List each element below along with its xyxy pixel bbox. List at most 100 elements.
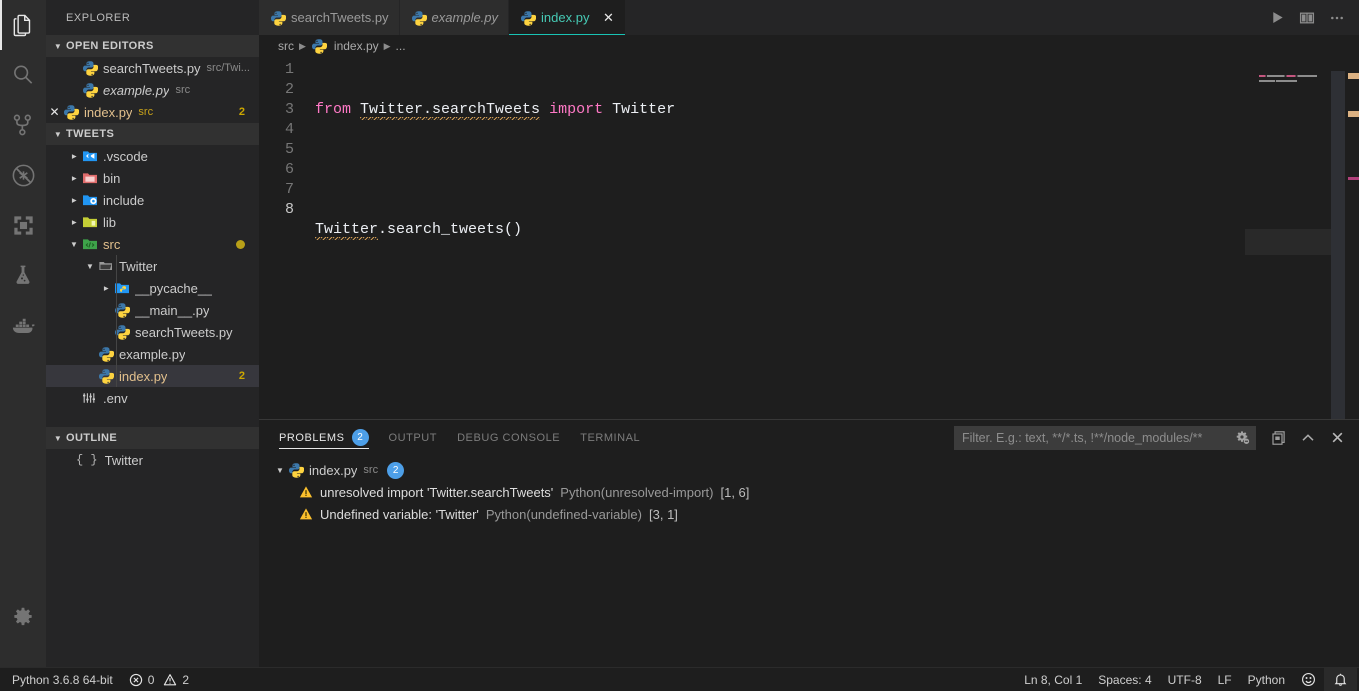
minimap[interactable] <box>1245 57 1345 419</box>
panel-actions <box>954 424 1359 452</box>
filter-settings-icon[interactable] <box>1231 430 1254 445</box>
editor-scrollbar-track[interactable] <box>1331 71 1345 419</box>
status-python-interpreter[interactable]: Python 3.6.8 64-bit <box>4 668 121 691</box>
problem-item[interactable]: unresolved import 'Twitter.searchTweets'… <box>259 481 1359 503</box>
python-file-icon <box>288 462 309 478</box>
close-icon[interactable]: ✕ <box>601 10 615 26</box>
close-panel-icon[interactable] <box>1323 424 1351 452</box>
close-editor-icon[interactable]: ✕ <box>46 105 63 119</box>
activity-explorer-icon[interactable] <box>0 0 46 50</box>
tree-item-bin[interactable]: ▼ bin <box>46 167 259 189</box>
panel-tab-output[interactable]: OUTPUT <box>389 420 438 455</box>
run-python-file-icon[interactable] <box>1263 0 1291 35</box>
outline-item-label: Twitter <box>104 452 143 468</box>
tree-item-label: src <box>103 236 121 252</box>
overview-warning-marker <box>1348 111 1359 117</box>
tree-item-pycache[interactable]: ▼ __pycache__ <box>46 277 259 299</box>
tab-label: searchTweets.py <box>291 10 389 25</box>
breadcrumb-item-more[interactable]: ... <box>396 39 406 53</box>
editor-actions <box>1263 0 1359 35</box>
problems-filter-input[interactable] <box>962 430 1231 445</box>
activity-testing-flask-icon[interactable] <box>0 250 46 300</box>
tree-item-lib[interactable]: ▼ lib <box>46 211 259 233</box>
activity-extensions-icon[interactable] <box>0 200 46 250</box>
overview-ruler[interactable] <box>1345 57 1359 419</box>
chevron-right-icon: ▶ <box>299 40 306 51</box>
tree-item-searchtweets-py[interactable]: searchTweets.py <box>46 321 259 343</box>
line-number: 4 <box>284 121 294 138</box>
activity-source-control-icon[interactable] <box>0 100 46 150</box>
status-eol[interactable]: LF <box>1210 668 1240 691</box>
more-actions-icon[interactable] <box>1323 0 1351 35</box>
section-outline[interactable]: ▼ OUTLINE <box>46 427 259 449</box>
breadcrumb-item-src[interactable]: src <box>278 39 294 53</box>
tree-item-vscode[interactable]: ▼ .vscode <box>46 145 259 167</box>
chevron-right-icon[interactable]: ▼ <box>102 280 111 296</box>
panel-tab-debug-console[interactable]: DEBUG CONSOLE <box>457 420 560 455</box>
overview-cursor-marker <box>1348 177 1359 180</box>
code-editor[interactable]: 1 2 3 4 5 6 7 8 from Twitter.searchTweet… <box>259 57 1359 419</box>
problems-filter-box[interactable] <box>954 425 1256 450</box>
split-editor-icon[interactable] <box>1293 0 1321 35</box>
line-number-active: 8 <box>284 201 294 218</box>
tree-item-twitter[interactable]: ▼ Twitter <box>46 255 259 277</box>
status-eol-label: LF <box>1217 672 1232 687</box>
open-editor-item[interactable]: example.py src <box>46 79 259 101</box>
section-open-editors[interactable]: ▼ OPEN EDITORS <box>46 35 259 57</box>
chevron-right-icon: ▶ <box>383 40 391 51</box>
chevron-right-icon[interactable]: ▼ <box>70 214 79 230</box>
status-cursor-position[interactable]: Ln 8, Col 1 <box>1016 668 1090 691</box>
tab-example-py[interactable]: example.py <box>399 0 510 35</box>
outline-item-twitter[interactable]: { } Twitter <box>46 449 259 471</box>
chevron-up-icon[interactable] <box>1294 424 1322 452</box>
chevron-down-icon[interactable]: ▼ <box>66 240 82 249</box>
tree-item-label: __pycache__ <box>135 280 213 296</box>
panel-tab-terminal[interactable]: TERMINAL <box>580 420 640 455</box>
line-number: 7 <box>284 181 294 198</box>
breadcrumb-item-file[interactable]: index.py <box>334 39 379 53</box>
status-problems[interactable]: 0 2 <box>121 668 197 691</box>
overview-warning-marker <box>1348 73 1359 79</box>
token-module-path: Twitter.searchTweets <box>360 101 541 121</box>
folder-bin-icon <box>82 170 103 186</box>
line-number: 3 <box>284 101 294 118</box>
status-python-label: Python 3.6.8 64-bit <box>12 672 113 687</box>
activity-search-icon[interactable] <box>0 50 46 100</box>
tree-item-main-py[interactable]: __main__.py <box>46 299 259 321</box>
tree-item-label: Twitter <box>119 258 158 274</box>
tab-index-py[interactable]: index.py ✕ <box>509 0 627 35</box>
chevron-right-icon[interactable]: ▼ <box>70 192 79 208</box>
tree-item-example-py[interactable]: example.py <box>46 343 259 365</box>
tree-item-include[interactable]: ▼ include <box>46 189 259 211</box>
settings-gear-icon[interactable] <box>0 593 46 643</box>
tree-item-env[interactable]: .env <box>46 387 259 409</box>
notifications-bell-icon[interactable] <box>1324 667 1357 691</box>
open-editor-item-active[interactable]: ✕ index.py src 2 <box>46 101 259 123</box>
chevron-down-icon[interactable]: ▼ <box>82 262 98 271</box>
code-content[interactable]: from Twitter.searchTweets import Twitter… <box>315 57 1245 419</box>
minimap-slider[interactable] <box>1245 229 1345 255</box>
activity-bar <box>0 0 46 667</box>
status-indentation[interactable]: Spaces: 4 <box>1090 668 1159 691</box>
feedback-smiley-icon[interactable] <box>1293 668 1324 691</box>
chevron-right-icon[interactable]: ▼ <box>70 170 79 186</box>
chevron-down-icon[interactable]: ▼ <box>272 466 288 475</box>
status-language-mode[interactable]: Python <box>1240 668 1293 691</box>
workbench-body: EXPLORER ▼ OPEN EDITORS searchTweets.py … <box>0 0 1359 667</box>
tab-searchTweets-py[interactable]: searchTweets.py <box>259 0 400 35</box>
tree-item-index-py[interactable]: index.py 2 <box>46 365 259 387</box>
problems-file-group[interactable]: ▼ index.py src 2 <box>259 459 1359 481</box>
panel-tab-problems[interactable]: PROBLEMS 2 <box>279 420 369 455</box>
view-as-table-icon[interactable] <box>1265 424 1293 452</box>
section-tweets[interactable]: ▼ TWEETS <box>46 123 259 145</box>
activity-run-and-debug-disabled-icon[interactable] <box>0 150 46 200</box>
chevron-right-icon[interactable]: ▼ <box>70 148 79 164</box>
line-number: 2 <box>284 81 294 98</box>
activity-docker-whale-icon[interactable] <box>0 300 46 350</box>
open-editor-item[interactable]: searchTweets.py src/Twi... <box>46 57 259 79</box>
status-encoding[interactable]: UTF-8 <box>1160 668 1210 691</box>
problem-item[interactable]: Undefined variable: 'Twitter' Python(und… <box>259 503 1359 525</box>
tree-item-src[interactable]: ▼ src <box>46 233 259 255</box>
